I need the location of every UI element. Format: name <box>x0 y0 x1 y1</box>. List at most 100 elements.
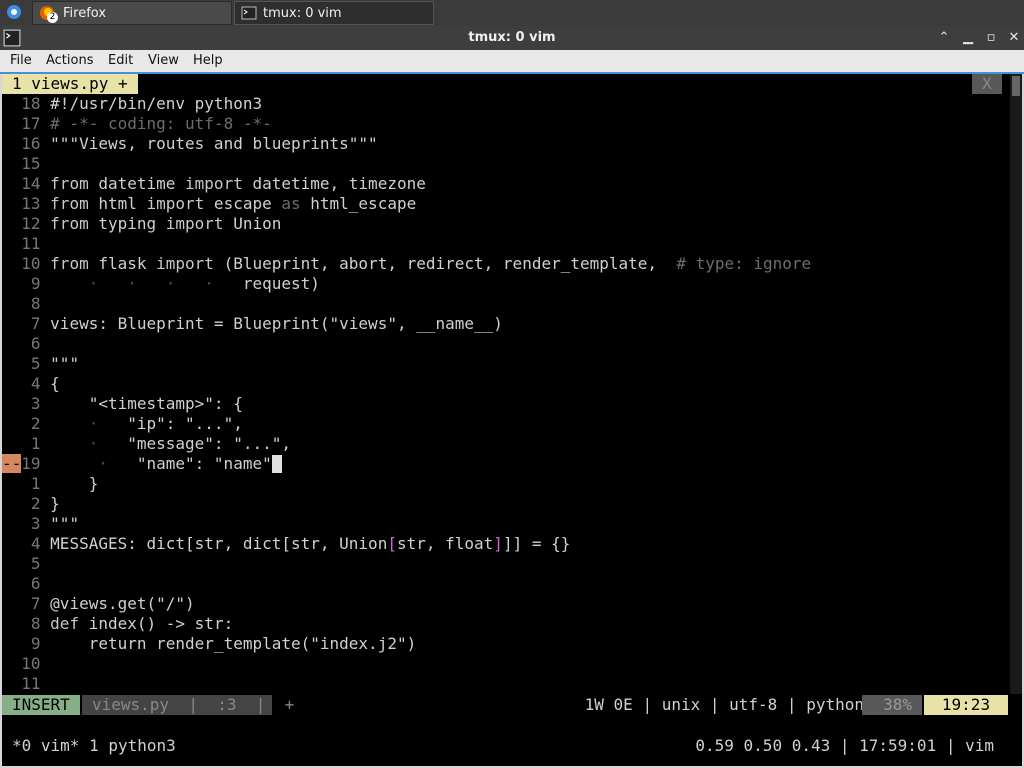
code-token: """ <box>50 514 80 533</box>
taskbar-firefox[interactable]: 2 Firefox <box>32 1 232 25</box>
taskbar-tmux-label: tmux: 0 vim <box>263 6 342 21</box>
menu-actions[interactable]: Actions <box>46 50 94 72</box>
line-number: 7 <box>2 314 51 333</box>
firefox-badge: 2 <box>47 12 58 23</box>
terminal-icon <box>241 6 257 20</box>
vim-file-info: 1W 0E | unix | utf-8 | python <box>584 695 864 714</box>
code-token: Union <box>223 214 282 233</box>
code-token: """Views, routes and blueprints""" <box>50 134 378 153</box>
code-line[interactable]: 9 · · · · request) <box>2 274 320 294</box>
code-line[interactable]: 9 return render_template("index.j2") <box>2 634 416 654</box>
tmux-statusbar: *0 vim* 1 python3 0.59 0.50 0.43 | 17:59… <box>2 734 1022 758</box>
code-line[interactable]: --19 · "name": "name" <box>2 454 282 474</box>
line-number: 10 <box>2 654 51 673</box>
line-number: --19 <box>2 454 60 473</box>
code-token: str, float <box>396 534 494 553</box>
line-number: 3 <box>2 514 51 533</box>
code-token: · <box>59 454 137 473</box>
code-token: ] <box>493 534 503 553</box>
code-line[interactable]: 5 <box>2 554 50 574</box>
taskbar: 2 Firefox tmux: 0 vim <box>0 0 1024 26</box>
code-line[interactable]: 4 MESSAGES: dict[str, dict[str, Union[st… <box>2 534 570 554</box>
current-line-marker: -- <box>2 454 22 473</box>
code-line[interactable]: 5 """ <box>2 354 79 374</box>
minimize-icon[interactable]: ▁ <box>960 30 976 46</box>
taskbar-tmux[interactable]: tmux: 0 vim <box>234 1 434 25</box>
code-line[interactable]: 8 <box>2 294 50 314</box>
menu-edit[interactable]: Edit <box>108 50 133 72</box>
menu-view[interactable]: View <box>148 50 179 72</box>
vim-tab-close[interactable]: X <box>972 74 1002 94</box>
line-number: 6 <box>2 574 51 593</box>
code-token: datetime <box>88 174 186 193</box>
code-line[interactable]: 1 } <box>2 474 98 494</box>
start-menu-button[interactable] <box>2 1 26 25</box>
code-line[interactable]: 8 def index() -> str: <box>2 614 233 634</box>
vim-statusline: INSERT views.py | :3 | + 1W 0E | unix | … <box>2 694 1010 716</box>
window-title: tmux: 0 vim <box>468 30 556 45</box>
menu-file[interactable]: File <box>10 50 32 72</box>
code-token: html <box>88 194 147 213</box>
collapse-icon[interactable]: ⌃ <box>936 30 952 46</box>
code-token: datetime, timezone <box>242 174 426 193</box>
code-token: def <box>50 614 80 633</box>
line-number: 3 <box>2 394 51 413</box>
window-titlebar[interactable]: tmux: 0 vim ⌃ ▁ ▫ ✕ <box>0 26 1024 50</box>
terminal[interactable]: 1 views.py + X 18 #!/usr/bin/env python3… <box>2 74 1022 766</box>
code-line[interactable]: 3 """ <box>2 514 79 534</box>
code-token: import <box>146 194 205 213</box>
menu-help[interactable]: Help <box>193 50 223 72</box>
code-line[interactable]: 10 <box>2 654 50 674</box>
line-number: 8 <box>2 294 51 313</box>
code-line[interactable]: 10 from flask import (Blueprint, abort, … <box>2 254 811 274</box>
code-token: } <box>50 494 60 513</box>
code-line[interactable]: 4 { <box>2 374 60 394</box>
code-line[interactable]: 18 #!/usr/bin/env python3 <box>2 94 262 114</box>
code-token: flask <box>88 254 157 273</box>
code-line[interactable]: 14 from datetime import datetime, timezo… <box>2 174 426 194</box>
code-line[interactable]: 6 <box>2 574 50 594</box>
code-token: index() -> str: <box>79 614 234 633</box>
code-line[interactable]: 16 """Views, routes and blueprints""" <box>2 134 378 154</box>
code-token: # type: ignore <box>676 254 812 273</box>
code-token: return render_template("index.j2") <box>50 634 417 653</box>
line-number: 15 <box>2 154 51 173</box>
line-number: 13 <box>2 194 51 213</box>
code-token: "name": "name" <box>136 454 272 473</box>
vim-tabline: 1 views.py + X <box>2 74 1010 94</box>
vim-tab-views[interactable]: 1 views.py + <box>2 74 138 94</box>
line-number: 10 <box>2 254 51 273</box>
scrollbar[interactable] <box>1010 74 1022 694</box>
line-number: 8 <box>2 614 51 633</box>
code-token: import <box>185 174 243 193</box>
code-line[interactable]: 1 · "message": "...", <box>2 434 291 454</box>
code-line[interactable]: 13 from html import escape as html_escap… <box>2 194 416 214</box>
app-menu-icon <box>7 5 21 19</box>
code-token: from <box>50 174 89 193</box>
code-line[interactable]: 12 from typing import Union <box>2 214 281 234</box>
scrollbar-thumb[interactable] <box>1012 76 1020 96</box>
vim-file-segment: views.py | :3 | + <box>82 695 294 715</box>
line-number: 5 <box>2 354 51 373</box>
line-number: 2 <box>2 414 51 433</box>
menu-bar: File Actions Edit View Help <box>0 50 1024 74</box>
code-line[interactable]: 3 "<timestamp>": { <box>2 394 243 414</box>
code-line[interactable]: 6 <box>2 334 50 354</box>
code-line[interactable]: 7 views: Blueprint = Blueprint("views", … <box>2 314 503 334</box>
code-line[interactable]: 17 # -*- coding: utf-8 -*- <box>2 114 271 134</box>
close-icon[interactable]: ✕ <box>1006 30 1022 46</box>
code-line[interactable]: 11 <box>2 234 50 254</box>
code-token: (Blueprint, abort, redirect, render_temp… <box>213 254 677 273</box>
code-line[interactable]: 7 @views.get("/") <box>2 594 195 614</box>
code-token: from <box>50 254 89 273</box>
code-line[interactable]: 2 · "ip": "...", <box>2 414 243 434</box>
code-token: request) <box>242 274 320 293</box>
code-line[interactable]: 11 <box>2 674 50 694</box>
code-token: "ip": "...", <box>127 414 243 433</box>
line-number: 9 <box>2 634 51 653</box>
code-line[interactable]: 15 <box>2 154 50 174</box>
maximize-icon[interactable]: ▫ <box>983 30 999 46</box>
code-line[interactable]: 2 } <box>2 494 60 514</box>
vim-scroll-percent: 38% <box>862 695 922 715</box>
line-number: 14 <box>2 174 51 193</box>
